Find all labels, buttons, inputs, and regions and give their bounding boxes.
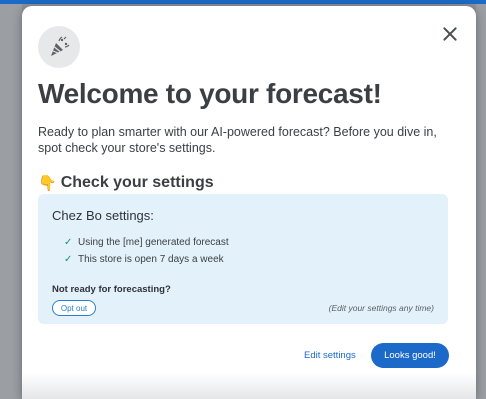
settings-card: Chez Bo settings: ✓ Using the [me] gener…	[38, 194, 448, 324]
settings-list: ✓ Using the [me] generated forecast ✓ Th…	[64, 234, 229, 268]
backdrop-overlay-right	[476, 4, 486, 399]
party-popper-icon	[51, 36, 70, 56]
welcome-modal: Welcome to your forecast! Ready to plan …	[22, 6, 476, 399]
list-item: ✓ This store is open 7 days a week	[64, 251, 229, 268]
looks-good-button[interactable]: Looks good!	[371, 343, 449, 368]
modal-title: Welcome to your forecast!	[38, 78, 382, 109]
edit-settings-note: (Edit your settings any time)	[328, 303, 434, 313]
section-heading: 👇 Check your settings	[38, 174, 458, 192]
checkmark-icon: ✓	[64, 254, 73, 265]
bottom-fade	[22, 373, 476, 399]
pointing-down-hand-icon: 👇	[38, 175, 57, 192]
backdrop-overlay-left	[0, 4, 22, 399]
header-icon-circle	[38, 26, 80, 68]
edit-settings-link[interactable]: Edit settings	[304, 350, 356, 361]
close-icon[interactable]	[442, 26, 458, 42]
setting-text: This store is open 7 days a week	[78, 254, 224, 265]
opt-out-button[interactable]: Opt out	[52, 300, 96, 316]
list-item: ✓ Using the [me] generated forecast	[64, 234, 229, 251]
checkmark-icon: ✓	[64, 237, 73, 248]
not-ready-label: Not ready for forecasting?	[52, 284, 171, 295]
setting-text: Using the [me] generated forecast	[78, 237, 229, 248]
top-accent-bar	[0, 0, 486, 4]
intro-text: Ready to plan smarter with our AI-powere…	[38, 125, 437, 155]
store-settings-label: Chez Bo settings:	[52, 208, 154, 223]
section-heading-label: Check your settings	[60, 174, 214, 191]
